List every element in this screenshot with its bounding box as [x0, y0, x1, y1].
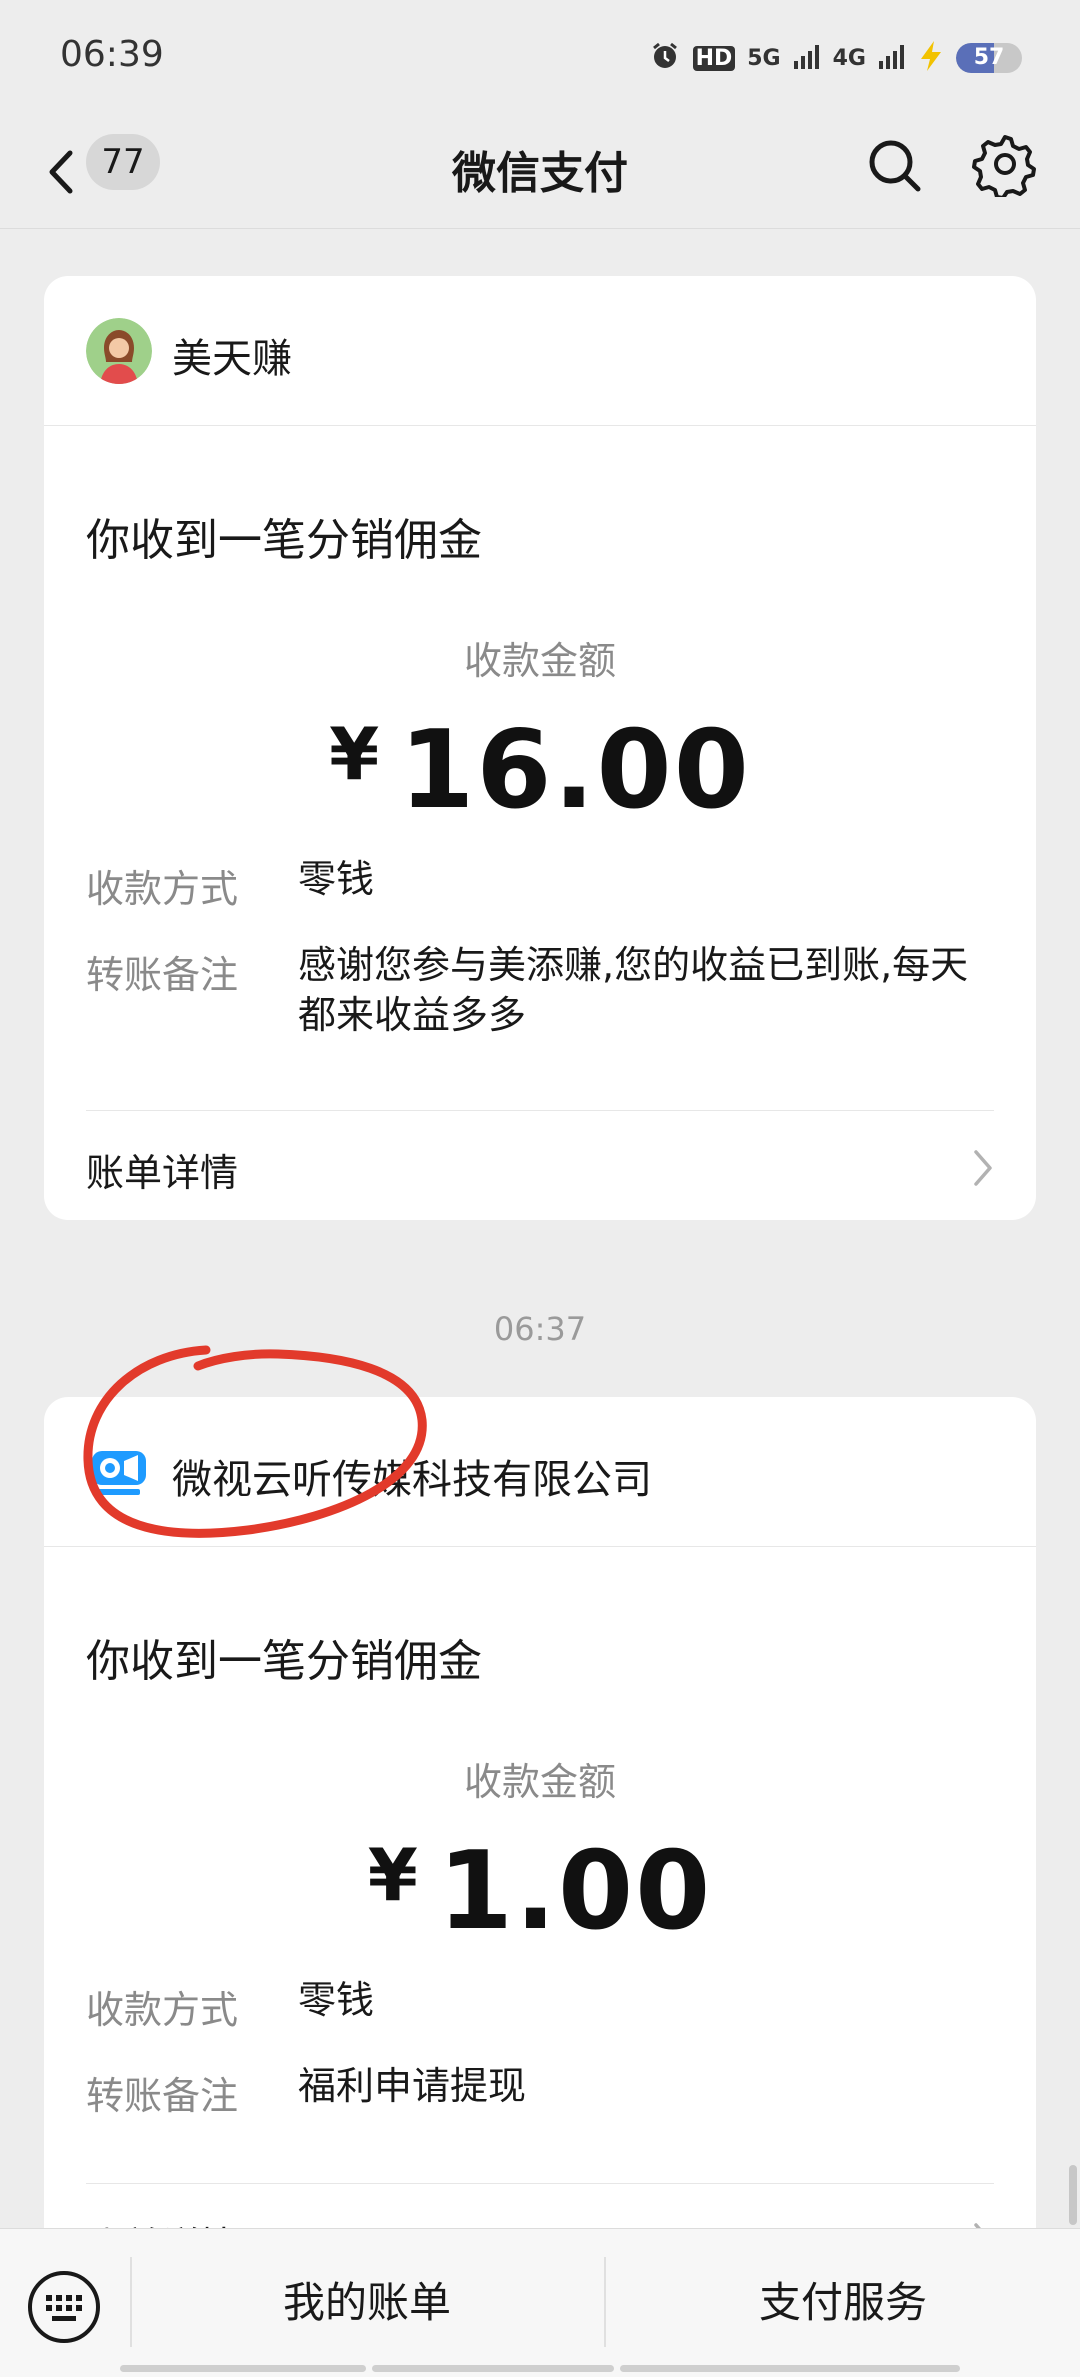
- alarm-icon: [649, 40, 681, 76]
- signal-4g-label: 4G: [832, 45, 866, 71]
- charging-icon: [918, 40, 944, 76]
- chevron-right-icon[interactable]: [970, 1146, 998, 1190]
- battery-icon: 57: [956, 43, 1022, 73]
- currency-symbol: ¥: [367, 1833, 420, 1917]
- signal-bars-icon: [878, 43, 906, 73]
- payment-message-card[interactable]: 美天赚 你收到一笔分销佣金 收款金额 ¥16.00 收款方式 零钱 转账备注 感…: [44, 276, 1036, 1220]
- signal-bars-icon: [793, 43, 821, 73]
- payment-method-label: 收款方式: [86, 1988, 239, 2032]
- my-bills-button[interactable]: 我的账单: [132, 2269, 602, 2330]
- transfer-note-value: 感谢您参与美添赚,您的收益已到账,每天都来收益多多: [298, 943, 969, 1037]
- keyboard-icon[interactable]: [26, 2269, 102, 2345]
- header-divider: [44, 425, 1036, 426]
- payment-method-label: 收款方式: [86, 867, 239, 911]
- status-icons: HD 5G 4G 57: [649, 38, 1022, 78]
- transfer-note-value: 福利申请提现: [298, 2064, 527, 2108]
- battery-level: 57: [973, 45, 1005, 70]
- amount-value: ¥16.00: [44, 708, 1036, 833]
- status-bar: 06:39 HD 5G 4G 57: [0, 0, 1080, 115]
- merchant-name: 微视云听传媒科技有限公司: [172, 1457, 652, 1503]
- merchant-name: 美天赚: [172, 336, 292, 382]
- transfer-note-label: 转账备注: [86, 2074, 239, 2118]
- nav-divider: [0, 228, 1080, 229]
- amount-number: 1.00: [437, 1829, 713, 1954]
- detail-divider: [86, 1110, 994, 1111]
- search-icon[interactable]: [862, 133, 928, 199]
- settings-gear-icon[interactable]: [972, 131, 1038, 200]
- status-time: 06:39: [60, 34, 164, 75]
- merchant-avatar: [86, 1439, 152, 1505]
- message-title: 你收到一笔分销佣金: [86, 1636, 482, 1687]
- home-indicator: [620, 2365, 960, 2372]
- amount-label: 收款金额: [463, 639, 616, 683]
- detail-divider: [86, 2183, 994, 2184]
- pay-services-button[interactable]: 支付服务: [606, 2269, 1080, 2330]
- amount-value: ¥1.00: [44, 1829, 1036, 1954]
- message-timestamp: 06:37: [493, 1310, 587, 1348]
- home-indicator: [120, 2365, 366, 2372]
- card-header[interactable]: 微视云听传媒科技有限公司: [44, 1397, 1036, 1547]
- home-indicator: [372, 2365, 614, 2372]
- card-header[interactable]: 美天赚: [44, 276, 1036, 426]
- payment-method-value: 零钱: [298, 1978, 375, 2022]
- amount-label: 收款金额: [463, 1760, 616, 1804]
- signal-5g-label: 5G: [747, 45, 781, 71]
- hd-indicator: HD: [692, 45, 736, 71]
- currency-symbol: ¥: [329, 712, 382, 796]
- scrollbar[interactable]: [1069, 2165, 1077, 2225]
- nav-bar: 77 微信支付: [0, 115, 1080, 230]
- bottom-bar: 我的账单 支付服务: [0, 2228, 1080, 2377]
- amount-number: 16.00: [399, 708, 751, 833]
- header-divider: [44, 1546, 1036, 1547]
- bill-detail-link[interactable]: 账单详情: [86, 1142, 238, 1197]
- payment-method-value: 零钱: [298, 857, 375, 901]
- transfer-note-label: 转账备注: [86, 953, 239, 997]
- message-title: 你收到一笔分销佣金: [86, 515, 482, 566]
- merchant-avatar: [86, 318, 152, 384]
